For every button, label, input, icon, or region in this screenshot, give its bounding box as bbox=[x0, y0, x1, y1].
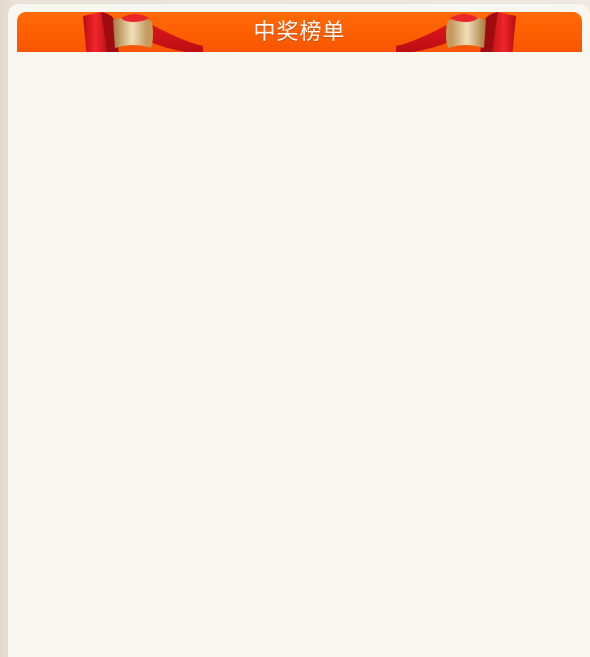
leaderboard-header: 中奖榜单 bbox=[17, 12, 582, 52]
leaderboard-title: 中奖榜单 bbox=[253, 20, 346, 45]
leaderboard-list bbox=[17, 52, 582, 657]
page-background: 中奖榜单 bbox=[0, 0, 590, 657]
